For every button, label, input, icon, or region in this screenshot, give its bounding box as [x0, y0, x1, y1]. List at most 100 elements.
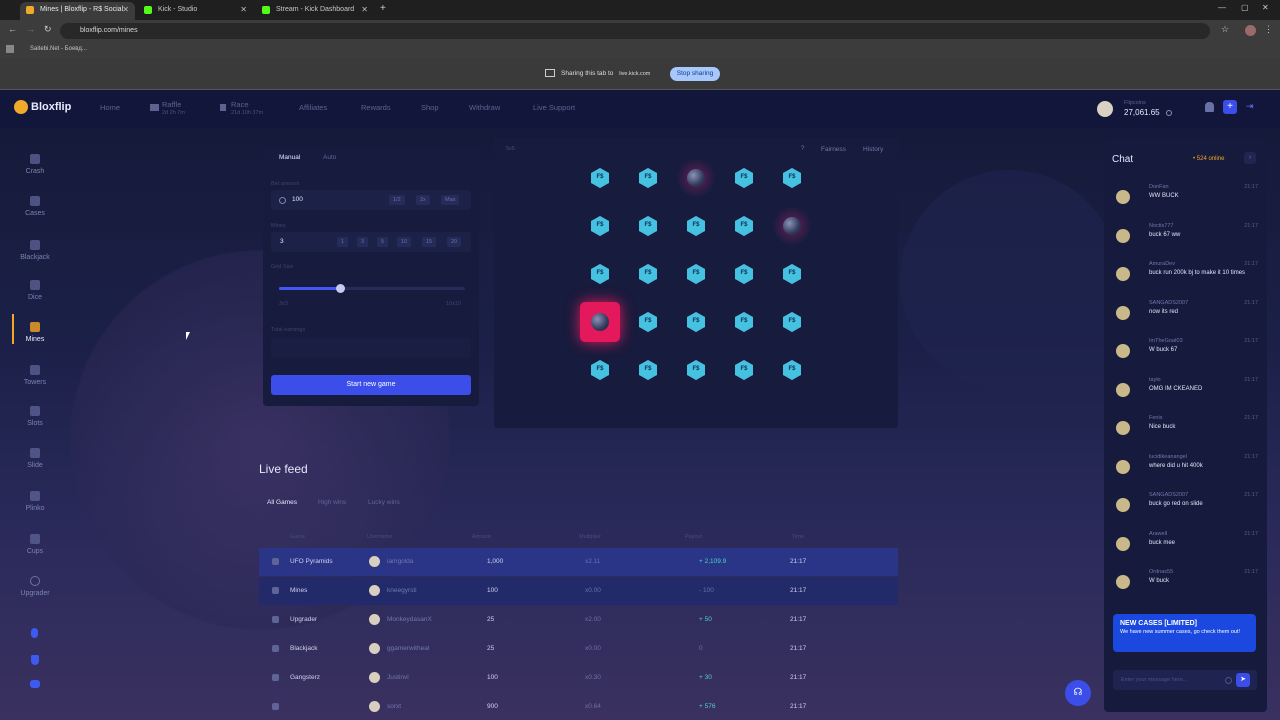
new-tab-icon[interactable]: + — [380, 3, 386, 14]
new-cases-promo[interactable]: NEW CASES [LIMITED] We have new summer c… — [1113, 614, 1256, 652]
maximize-icon[interactable]: ▢ — [1241, 3, 1249, 12]
tab-manual[interactable]: Manual — [279, 154, 300, 161]
nav-race[interactable]: Race — [231, 100, 249, 109]
close-tab-icon[interactable]: ✕ — [361, 2, 368, 18]
help-button[interactable]: ? — [801, 146, 804, 152]
table-row[interactable]: Mines kneegyrsti 100 x0.00 - 100 21:17 — [259, 577, 898, 605]
collapse-chat-icon[interactable]: › — [1244, 152, 1256, 164]
sidebar-item-blackjack[interactable]: Blackjack — [14, 240, 56, 261]
avatar[interactable] — [1116, 190, 1130, 204]
mine-tile[interactable]: F$ — [772, 350, 812, 390]
half-bet-button[interactable]: 1/2 — [389, 195, 405, 205]
bloxflip-logo[interactable]: Bloxflip — [14, 100, 71, 114]
microphone-icon[interactable] — [31, 628, 38, 638]
sidebar-item-plinko[interactable]: Plinko — [14, 491, 56, 512]
mine-tile[interactable]: F$ — [628, 158, 668, 198]
slider-thumb[interactable] — [336, 284, 346, 293]
mine-tile[interactable]: F$ — [772, 158, 812, 198]
chat-username[interactable]: Fenix — [1149, 415, 1162, 421]
chat-username[interactable]: AmuraDev — [1149, 261, 1175, 267]
mine-tile[interactable]: F$ — [580, 158, 620, 198]
avatar[interactable] — [1116, 536, 1130, 551]
logout-icon[interactable]: ⇥ — [1246, 101, 1254, 112]
double-bet-button[interactable]: 2x — [416, 195, 430, 205]
feed-tab-lucky-wins[interactable]: Lucky wins — [368, 499, 400, 506]
forward-icon[interactable]: → — [26, 24, 35, 34]
table-row[interactable]: UFO Pyramids iamgolda 1,000 x2.11 + 2,109.9 2… — [259, 548, 898, 576]
mines-preset-15[interactable]: 15 — [422, 237, 437, 247]
nav-rewards[interactable]: Rewards — [361, 103, 391, 112]
table-row[interactable]: sorxt 900 x0.64 + 576 21:17 — [259, 693, 898, 720]
browser-tab-bloxflip[interactable]: Mines | Bloxflip - R$ Social ✕ — [20, 2, 135, 20]
mine-tile[interactable]: F$ — [676, 350, 716, 390]
mine-tile[interactable] — [676, 158, 716, 198]
mine-tile[interactable]: F$ — [676, 254, 716, 294]
close-tab-icon[interactable]: ✕ — [240, 2, 247, 18]
mines-preset-1[interactable]: 1 — [337, 237, 349, 247]
mine-tile[interactable]: F$ — [724, 158, 764, 198]
nav-affiliates[interactable]: Affiliates — [299, 103, 327, 112]
history-link[interactable]: History — [863, 146, 883, 153]
mines-preset-5[interactable]: 5 — [377, 237, 389, 247]
chat-username[interactable]: Noctis777 — [1149, 223, 1173, 229]
avatar[interactable] — [1116, 305, 1130, 320]
avatar[interactable] — [1116, 498, 1130, 512]
stop-sharing-button[interactable]: Stop sharing — [670, 67, 720, 81]
chat-username[interactable]: SANGADS2007 — [1149, 492, 1188, 498]
feed-tab-high-wins[interactable]: High wins — [318, 499, 346, 506]
avatar[interactable] — [1116, 459, 1130, 474]
apps-icon[interactable] — [6, 45, 14, 53]
notification-bell-icon[interactable] — [1205, 102, 1214, 112]
max-bet-button[interactable]: Max — [441, 195, 460, 205]
discord-icon[interactable] — [30, 680, 40, 688]
shield-icon[interactable] — [31, 655, 39, 665]
start-new-game-button[interactable]: Start new game — [271, 375, 471, 395]
sidebar-item-crash[interactable]: Crash — [14, 154, 56, 175]
mine-tile[interactable]: F$ — [676, 206, 716, 246]
mines-preset-20[interactable]: 20 — [447, 237, 462, 247]
minimize-icon[interactable]: — — [1218, 3, 1226, 12]
mine-tile[interactable]: F$ — [628, 206, 668, 246]
deposit-plus-button[interactable]: + — [1223, 100, 1237, 114]
nav-shop[interactable]: Shop — [421, 103, 439, 112]
user-avatar[interactable] — [1097, 101, 1113, 117]
bet-amount-field[interactable]: 100 1/2 2x Max — [271, 190, 471, 210]
mines-preset-3[interactable]: 3 — [357, 237, 369, 247]
mine-tile[interactable]: F$ — [724, 254, 764, 294]
mine-tile[interactable]: F$ — [628, 254, 668, 294]
url-field[interactable]: bloxflip.com/mines — [60, 23, 1210, 39]
mine-tile[interactable]: F$ — [772, 302, 812, 342]
close-window-icon[interactable]: ✕ — [1262, 3, 1269, 12]
sidebar-item-towers[interactable]: Towers — [14, 365, 56, 386]
avatar[interactable] — [1116, 267, 1130, 281]
avatar[interactable] — [1116, 344, 1130, 358]
browser-tab-kick-dashboard[interactable]: Stream - Kick Dashboard ✕ — [256, 2, 374, 20]
mine-tile[interactable]: F$ — [772, 254, 812, 294]
nav-live-support[interactable]: Live Support — [533, 103, 575, 112]
sidebar-item-mines[interactable]: Mines — [14, 322, 56, 343]
menu-icon[interactable]: ⋮ — [1264, 24, 1273, 35]
mine-tile[interactable] — [772, 206, 812, 246]
avatar[interactable] — [1116, 228, 1130, 243]
chat-username[interactable]: DonFan — [1149, 184, 1169, 190]
table-row[interactable]: Gangsterz Justinvl 100 x0.30 + 30 21:17 — [259, 664, 898, 692]
mine-tile[interactable]: F$ — [724, 302, 764, 342]
chat-username[interactable]: SANGADS2007 — [1149, 300, 1188, 306]
profile-avatar[interactable] — [1245, 25, 1256, 36]
back-icon[interactable]: ← — [8, 24, 17, 34]
nav-withdraw[interactable]: Withdraw — [469, 103, 500, 112]
bookmark-star-icon[interactable]: ☆ — [1221, 24, 1229, 35]
send-message-button[interactable]: ➤ — [1236, 673, 1250, 687]
mine-tile[interactable]: F$ — [580, 350, 620, 390]
feed-tab-all-games[interactable]: All Games — [267, 499, 297, 506]
sidebar-item-cases[interactable]: Cases — [14, 196, 56, 217]
sidebar-item-upgrader[interactable]: Upgrader — [14, 576, 56, 597]
nav-raffle[interactable]: Raffle — [162, 100, 181, 109]
mine-tile[interactable] — [580, 302, 620, 342]
avatar[interactable] — [1116, 575, 1130, 589]
chat-username[interactable]: ImTheGoat03 — [1149, 338, 1183, 344]
avatar[interactable] — [1116, 421, 1130, 435]
mine-tile[interactable]: F$ — [724, 206, 764, 246]
nav-home[interactable]: Home — [100, 103, 120, 112]
sidebar-item-cups[interactable]: Cups — [14, 534, 56, 555]
